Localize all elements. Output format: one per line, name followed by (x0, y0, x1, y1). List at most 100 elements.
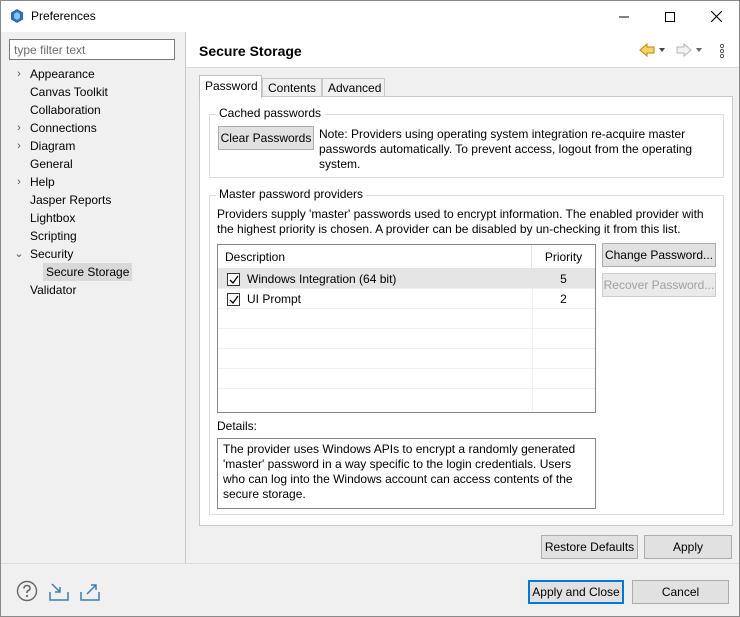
tree-item-label: Secure Storage (43, 263, 133, 281)
close-button[interactable] (693, 1, 739, 32)
maximize-button[interactable] (647, 1, 693, 32)
details-line: 'master' password in a way specific to t… (223, 457, 572, 471)
tab-contents[interactable]: Contents (262, 78, 322, 97)
tree-item-connections[interactable]: › Connections (1, 119, 185, 137)
checkmark-icon (229, 295, 239, 305)
more-vertical-icon (719, 43, 725, 59)
window-title: Preferences (31, 9, 96, 23)
chevron-right-icon[interactable]: › (14, 173, 24, 191)
details-line: who can log into the Windows account can… (223, 472, 573, 486)
cancel-button[interactable]: Cancel (632, 580, 729, 604)
details-line: secure storage. (223, 487, 306, 501)
help-button[interactable] (16, 580, 38, 602)
apply-and-close-button[interactable]: Apply and Close (528, 580, 624, 604)
description-line: Providers supply 'master' passwords used… (217, 207, 704, 221)
details-label: Details: (217, 419, 258, 433)
tab-label: Contents (268, 81, 317, 95)
export-button[interactable] (79, 580, 101, 602)
tree-item-label: Validator (30, 283, 77, 297)
tree-item-help[interactable]: › Help (1, 173, 185, 191)
tree-item-collaboration[interactable]: Collaboration (1, 101, 185, 119)
column-header-description[interactable]: Description (218, 245, 532, 269)
table-row[interactable]: Windows Integration (64 bit) 5 (218, 269, 595, 289)
empty-row (218, 309, 595, 329)
tree-item-label: Jasper Reports (30, 193, 112, 207)
arrow-right-icon (676, 42, 702, 58)
details-box: The provider uses Windows APIs to encryp… (217, 438, 596, 509)
button-label: Restore Defaults (544, 540, 635, 554)
note-line: system. (319, 157, 361, 171)
group-title: Cached passwords (216, 106, 325, 120)
filter-input[interactable] (9, 39, 175, 60)
clear-passwords-button[interactable]: Clear Passwords (218, 126, 314, 150)
cached-note: Note: Providers using operating system i… (319, 127, 719, 172)
footer-separator (1, 563, 739, 564)
tree-item-canvas-toolkit[interactable]: Canvas Toolkit (1, 83, 185, 101)
provider-priority: 5 (560, 272, 567, 286)
provider-priority: 2 (560, 292, 567, 306)
tree-item-label: Appearance (30, 67, 95, 81)
tree-item-label: Scripting (30, 229, 77, 243)
tab-advanced[interactable]: Advanced (322, 78, 385, 97)
tree-item-label: Security (30, 247, 74, 261)
help-icon (16, 580, 38, 602)
details-line: The provider uses Windows APIs to encryp… (223, 442, 576, 456)
table-row[interactable]: UI Prompt 2 (218, 289, 595, 309)
tree-item-security[interactable]: ⌄ Security (1, 245, 185, 263)
button-label: Change Password... (604, 248, 714, 262)
chevron-right-icon[interactable]: › (14, 65, 24, 83)
tree-item-label: Connections (30, 121, 97, 135)
page-header: Secure Storage (186, 32, 739, 68)
tab-label: Password (205, 79, 258, 93)
import-icon (49, 583, 69, 601)
import-button[interactable] (48, 580, 70, 602)
tree-item-general[interactable]: General (1, 155, 185, 173)
chevron-right-icon[interactable]: › (14, 119, 24, 137)
note-line: passwords automatically. To prevent acce… (319, 142, 693, 156)
tree-item-lightbox[interactable]: Lightbox (1, 209, 185, 227)
forward-button[interactable] (675, 41, 707, 59)
apply-button[interactable]: Apply (644, 535, 732, 559)
minimize-button[interactable] (601, 1, 647, 32)
button-label: Cancel (661, 585, 700, 599)
title-bar: Preferences (1, 1, 739, 32)
tree-item-label: Collaboration (30, 103, 101, 117)
checkmark-icon (229, 275, 239, 285)
providers-description: Providers supply 'master' passwords used… (217, 207, 722, 237)
tree-item-label: General (30, 157, 73, 171)
change-password-button[interactable]: Change Password... (602, 243, 716, 267)
recover-password-button[interactable]: Recover Password... (602, 273, 716, 297)
chevron-right-icon[interactable]: › (14, 137, 24, 155)
tree-item-label: Diagram (30, 139, 76, 153)
restore-defaults-button[interactable]: Restore Defaults (541, 535, 638, 559)
provider-checkbox[interactable] (227, 273, 240, 286)
sash[interactable] (185, 32, 186, 563)
tree-item-diagram[interactable]: › Diagram (1, 137, 185, 155)
tree-item-label: Help (30, 175, 55, 189)
back-button[interactable] (638, 41, 670, 59)
preferences-window: Preferences › Appearance Canvas Toolkit … (0, 0, 740, 617)
view-menu-button[interactable] (718, 43, 726, 59)
button-label: Apply and Close (532, 585, 620, 599)
export-icon (80, 584, 100, 601)
tree-item-label: Canvas Toolkit (30, 85, 108, 99)
tree-item-label: Lightbox (30, 211, 76, 225)
app-icon (11, 9, 23, 23)
arrow-left-icon (639, 42, 665, 58)
tab-password[interactable]: Password (199, 75, 262, 98)
tree-item-appearance[interactable]: › Appearance (1, 65, 185, 83)
column-header-priority[interactable]: Priority (532, 245, 595, 269)
button-label: Recover Password... (603, 278, 715, 292)
column-header-label: Priority (544, 250, 583, 264)
provider-description: UI Prompt (247, 292, 302, 306)
empty-row (218, 389, 595, 409)
tree-item-scripting[interactable]: Scripting (1, 227, 185, 245)
column-header-label: Description (225, 250, 286, 264)
tree-item-validator[interactable]: Validator (1, 281, 185, 299)
tab-label: Advanced (328, 81, 382, 95)
chevron-down-icon[interactable]: ⌄ (14, 245, 24, 263)
provider-checkbox[interactable] (227, 293, 240, 306)
tree-item-secure-storage[interactable]: Secure Storage (1, 263, 185, 281)
tree-item-jasper-reports[interactable]: Jasper Reports (1, 191, 185, 209)
note-line: Note: Providers using operating system i… (319, 127, 686, 141)
